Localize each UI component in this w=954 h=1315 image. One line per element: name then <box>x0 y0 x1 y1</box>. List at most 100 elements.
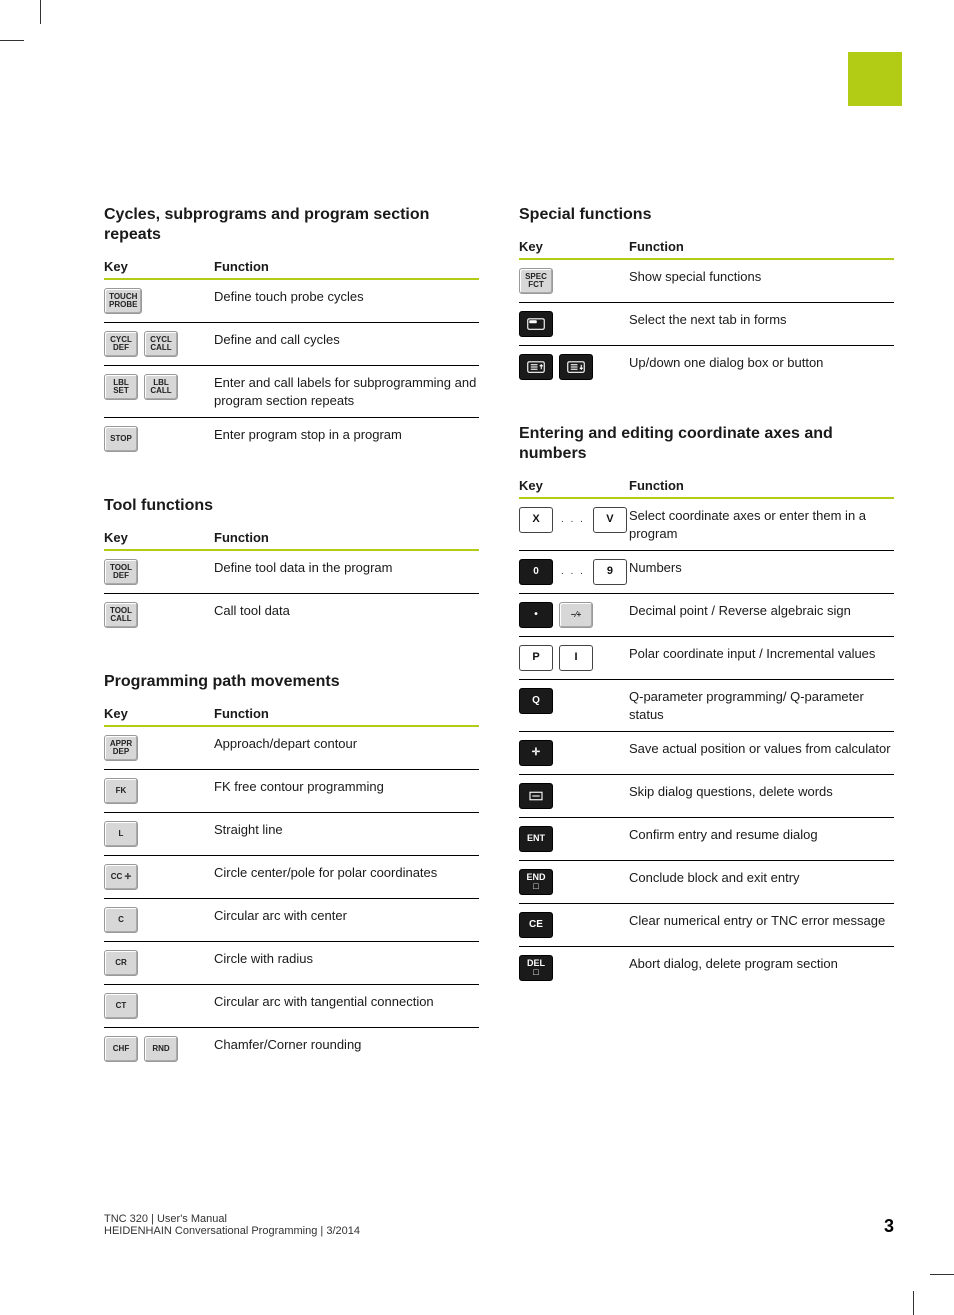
section-title: Special functions <box>519 205 894 225</box>
noent-key <box>519 783 553 809</box>
func-desc: Up/down one dialog box or button <box>629 346 894 389</box>
func-desc: Circular arc with center <box>214 899 479 942</box>
col-key: Key <box>104 526 214 550</box>
table-row: CCircular arc with center <box>104 899 479 942</box>
down-key <box>559 354 593 380</box>
footer-line-2: HEIDENHAIN Conversational Programming | … <box>104 1225 360 1237</box>
cycl-call-key: CYCLCALL <box>144 331 178 357</box>
table-row: CE Clear numerical entry or TNC error mes… <box>519 904 894 947</box>
key-table: KeyFunction SPECFCT Show special functions… <box>519 235 894 388</box>
col-key: Key <box>519 235 629 259</box>
func-desc: Select coordinate axes or enter them in … <box>629 498 894 551</box>
func-desc: Straight line <box>214 813 479 856</box>
func-desc: Call tool data <box>214 594 479 637</box>
col-func: Function <box>214 526 479 550</box>
crop-mark <box>913 1291 914 1315</box>
table-row: TOUCHPROBE Define touch probe cycles <box>104 279 479 323</box>
end--key: END□ <box>519 869 553 895</box>
func-desc: Show special functions <box>629 259 894 303</box>
func-desc: Clear numerical entry or TNC error messa… <box>629 904 894 947</box>
v-key: V <box>593 507 627 533</box>
tab-key <box>519 311 553 337</box>
crop-mark <box>40 0 41 24</box>
key-table: KeyFunction APPRDEP Approach/depart contou… <box>104 702 479 1070</box>
func-desc: Circle center/pole for polar coordinates <box>214 856 479 899</box>
page-number: 3 <box>884 1216 894 1237</box>
table-row: FK FK free contour programming <box>104 770 479 813</box>
col-func: Function <box>629 235 894 259</box>
ellipsis: . . . <box>559 513 587 527</box>
touch-probe-key: TOUCHPROBE <box>104 288 142 314</box>
--key: • <box>519 602 553 628</box>
key-table: KeyFunction X . . . VSelect coordinate axes… <box>519 474 894 989</box>
func-desc: Abort dialog, delete program section <box>629 947 894 990</box>
table-row: Select the next tab in forms <box>519 303 894 346</box>
crop-mark <box>930 1274 954 1275</box>
table-row: CHFRNDChamfer/Corner rounding <box>104 1028 479 1071</box>
func-desc: Decimal point / Reverse algebraic sign <box>629 594 894 637</box>
section-path: Programming path movementsKeyFunctionAPP… <box>104 672 479 1070</box>
del--key: DEL□ <box>519 955 553 981</box>
func-desc: FK free contour programming <box>214 770 479 813</box>
crop-mark <box>0 40 24 41</box>
table-row: CYCLDEFCYCLCALL Define and call cycles <box>104 323 479 366</box>
lbl-call-key: LBLCALL <box>144 374 178 400</box>
func-desc: Confirm entry and resume dialog <box>629 818 894 861</box>
key-table: KeyFunction TOUCHPROBE Define touch probe … <box>104 255 479 460</box>
ent-key: ENT <box>519 826 553 852</box>
ce-key: CE <box>519 912 553 938</box>
table-row: SPECFCT Show special functions <box>519 259 894 303</box>
appr-dep-key: APPRDEP <box>104 735 138 761</box>
p-key: P <box>519 645 553 671</box>
table-row: PIPolar coordinate input / Incremental v… <box>519 637 894 680</box>
page-content: Cycles, subprograms and program section … <box>104 205 894 1106</box>
col-func: Function <box>214 255 479 279</box>
up-key <box>519 354 553 380</box>
tool-def-key: TOOLDEF <box>104 559 138 585</box>
table-row: DEL□ Abort dialog, delete program section <box>519 947 894 990</box>
table-row: X . . . VSelect coordinate axes or enter t… <box>519 498 894 551</box>
col-key: Key <box>104 255 214 279</box>
section-tool: Tool functionsKeyFunctionTOOLDEFDefine t… <box>104 496 479 636</box>
l-key: L <box>104 821 138 847</box>
section-title: Entering and editing coordinate axes and… <box>519 424 894 464</box>
section-cycles: Cycles, subprograms and program section … <box>104 205 479 460</box>
table-row: Up/down one dialog box or button <box>519 346 894 389</box>
table-row: ENT Confirm entry and resume dialog <box>519 818 894 861</box>
fk-key: FK <box>104 778 138 804</box>
x-key: X <box>519 507 553 533</box>
i-key: I <box>559 645 593 671</box>
func-desc: Approach/depart contour <box>214 726 479 770</box>
func-desc: Define and call cycles <box>214 323 479 366</box>
q-key: Q <box>519 688 553 714</box>
col-key: Key <box>519 474 629 498</box>
spec-fct-key: SPECFCT <box>519 268 553 294</box>
col-func: Function <box>214 702 479 726</box>
table-row: END□Conclude block and exit entry <box>519 861 894 904</box>
cycl-def-key: CYCLDEF <box>104 331 138 357</box>
table-row: L Straight line <box>104 813 479 856</box>
table-row: LBLSETLBLCALLEnter and call labels for s… <box>104 366 479 418</box>
table-row: CC ✛ Circle center/pole for polar coordin… <box>104 856 479 899</box>
stop-key: STOP <box>104 426 138 452</box>
col-func: Function <box>629 474 894 498</box>
--key: ✛ <box>519 740 553 766</box>
footer-line-1: TNC 320 | User's Manual <box>104 1213 360 1225</box>
--key: −⁄+ <box>559 602 593 628</box>
0-key: 0 <box>519 559 553 585</box>
func-desc: Chamfer/Corner rounding <box>214 1028 479 1071</box>
col-key: Key <box>104 702 214 726</box>
func-desc: Enter and call labels for subprogramming… <box>214 366 479 418</box>
ellipsis: . . . <box>559 565 587 579</box>
table-row: STOPEnter program stop in a program <box>104 418 479 461</box>
section-entering: Entering and editing coordinate axes and… <box>519 424 894 989</box>
cc--key: CC ✛ <box>104 864 138 890</box>
rnd-key: RND <box>144 1036 178 1062</box>
cr-key: CR <box>104 950 138 976</box>
section-title: Tool functions <box>104 496 479 516</box>
tool-call-key: TOOLCALL <box>104 602 138 628</box>
func-desc: Define touch probe cycles <box>214 279 479 323</box>
func-desc: Select the next tab in forms <box>629 303 894 346</box>
accent-box <box>848 52 902 106</box>
table-row: ✛Save actual position or values from cal… <box>519 732 894 775</box>
